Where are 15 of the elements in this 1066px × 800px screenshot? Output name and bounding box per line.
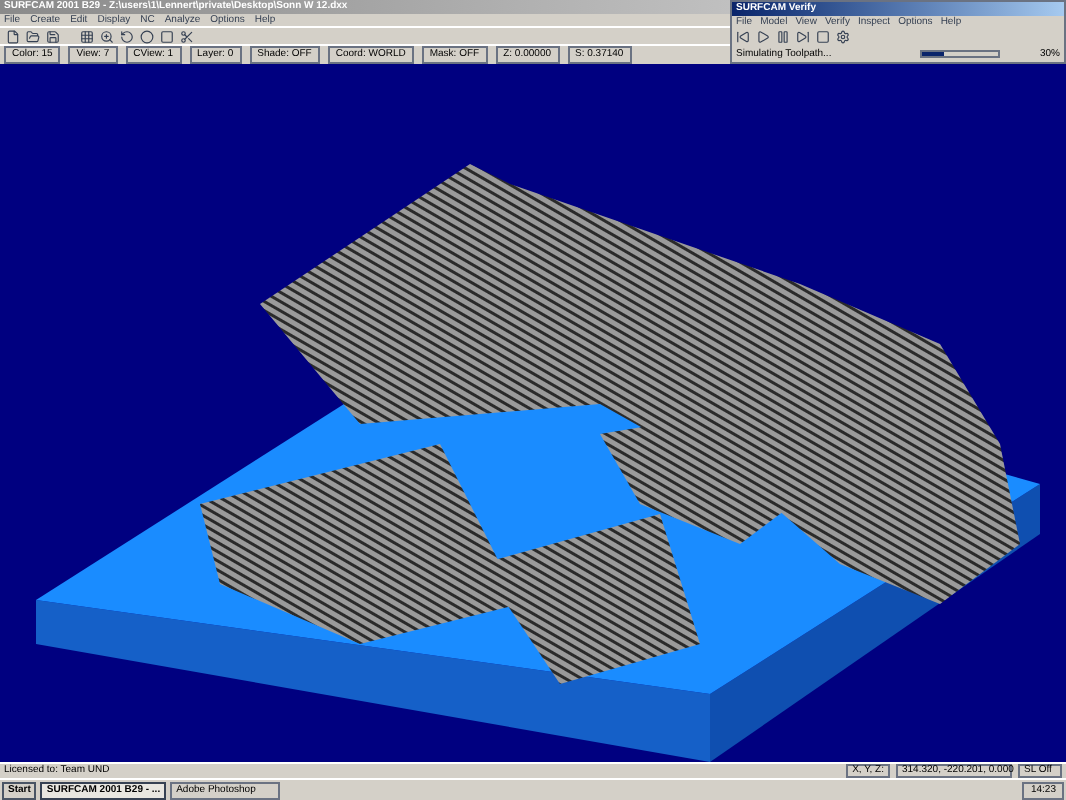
pause-icon[interactable]	[776, 30, 790, 44]
play-icon[interactable]	[756, 30, 770, 44]
square-icon[interactable]	[160, 29, 174, 43]
save-icon[interactable]	[46, 29, 60, 43]
settings-icon[interactable]	[836, 30, 850, 44]
skip-back-icon[interactable]	[736, 30, 750, 44]
skip-forward-icon[interactable]	[796, 30, 810, 44]
stop-icon[interactable]	[816, 30, 830, 44]
scissors-icon[interactable]	[180, 29, 194, 43]
rotate-icon[interactable]	[120, 29, 134, 43]
grid-icon[interactable]	[80, 29, 94, 43]
circle-icon[interactable]	[140, 29, 154, 43]
folder-icon[interactable]	[26, 29, 40, 43]
new-file-icon[interactable]	[6, 29, 20, 43]
zoom-icon[interactable]	[100, 29, 114, 43]
